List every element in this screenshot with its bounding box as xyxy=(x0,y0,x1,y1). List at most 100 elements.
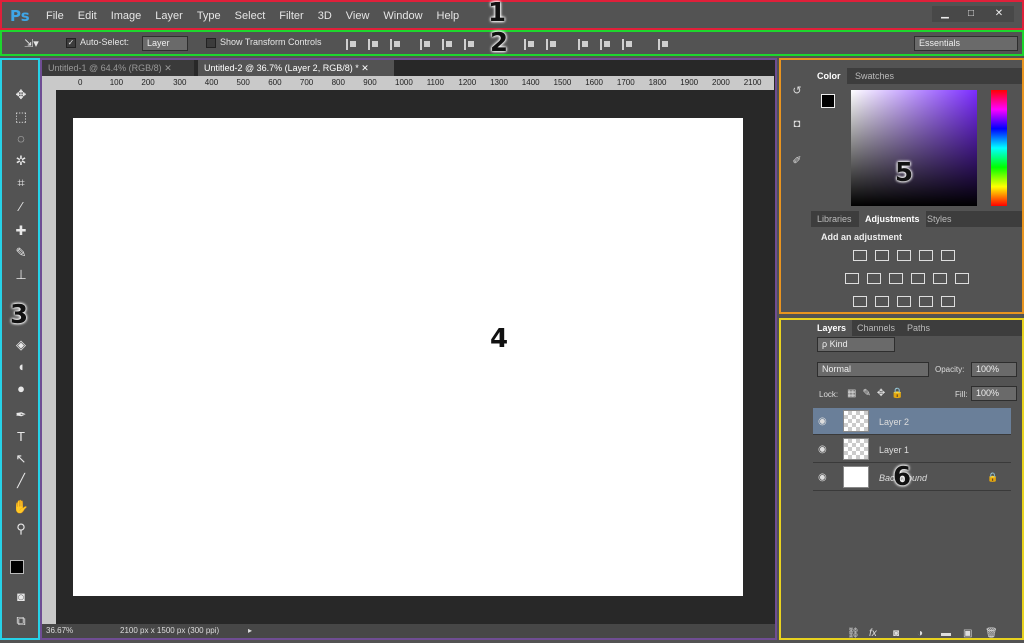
tab-untitled-2[interactable]: Untitled-2 @ 36.7% (Layer 2, RGB/8) * ✕ xyxy=(198,60,394,76)
status-arrow-icon[interactable]: ▸ xyxy=(248,626,252,635)
menu-select[interactable]: Select xyxy=(235,10,266,22)
levels-icon[interactable] xyxy=(875,250,889,261)
marquee-tool-icon[interactable]: ⬚ xyxy=(12,108,30,126)
dodge-tool-icon[interactable]: ◖ xyxy=(12,358,30,376)
new-group-icon[interactable]: ▬ xyxy=(941,628,951,639)
distribute-hcenter-icon[interactable] xyxy=(600,39,611,50)
layer-kind-filter[interactable]: ρ Kind xyxy=(817,337,895,352)
vibrance-icon[interactable] xyxy=(941,250,955,261)
visibility-eye-icon[interactable]: ◉ xyxy=(818,472,830,483)
minimize-button[interactable]: ▁ xyxy=(932,6,958,22)
menu-help[interactable]: Help xyxy=(437,10,460,22)
move-tool-icon[interactable]: ✥ xyxy=(12,86,30,104)
distribute-vcenter-icon[interactable] xyxy=(546,39,557,50)
move-tool-icon[interactable]: ⇲▾ xyxy=(24,37,39,50)
align-vcenter-icon[interactable] xyxy=(368,39,379,50)
layer-row-layer-2[interactable]: ◉ Layer 2 xyxy=(813,408,1011,435)
transform-controls-checkbox[interactable]: Show Transform Controls xyxy=(206,37,322,48)
type-tool-icon[interactable]: T xyxy=(12,428,30,446)
align-bottom-icon[interactable] xyxy=(390,39,401,50)
close-tab-icon[interactable]: ✕ xyxy=(164,63,172,73)
menu-image[interactable]: Image xyxy=(111,10,142,22)
workspace-dropdown[interactable]: Essentials xyxy=(914,36,1018,51)
history-icon[interactable]: ↺ xyxy=(787,84,807,100)
maximize-button[interactable]: □ xyxy=(958,6,984,22)
visibility-eye-icon[interactable]: ◉ xyxy=(818,444,830,455)
menu-file[interactable]: File xyxy=(46,10,64,22)
foreground-color-swatch[interactable] xyxy=(10,560,24,574)
gradient-map-icon[interactable] xyxy=(941,296,955,307)
distribute-left-icon[interactable] xyxy=(578,39,589,50)
auto-align-icon[interactable] xyxy=(658,39,669,50)
brightness-contrast-icon[interactable] xyxy=(853,250,867,261)
tab-adjustments[interactable]: Adjustments xyxy=(859,211,926,227)
exposure-icon[interactable] xyxy=(919,250,933,261)
layer-row-background[interactable]: ◉ Background 🔒 xyxy=(813,464,1011,491)
add-mask-icon[interactable]: ◙ xyxy=(893,628,899,639)
opacity-input[interactable]: 100% xyxy=(971,362,1017,377)
adjustment-layer-icon[interactable]: ◑ xyxy=(917,628,923,639)
canvas[interactable] xyxy=(73,118,743,596)
quick-select-tool-icon[interactable]: ✲ xyxy=(12,152,30,170)
color-balance-icon[interactable] xyxy=(867,273,881,284)
tab-swatches[interactable]: Swatches xyxy=(849,68,900,84)
hue-saturation-icon[interactable] xyxy=(845,273,859,284)
stamp-tool-icon[interactable]: ⊥ xyxy=(12,266,30,284)
close-tab-icon[interactable]: ✕ xyxy=(361,63,369,73)
align-left-icon[interactable] xyxy=(420,39,431,50)
tab-color[interactable]: Color xyxy=(811,68,847,84)
tab-paths[interactable]: Paths xyxy=(901,320,936,336)
eyedropper-tool-icon[interactable]: ⁄ xyxy=(12,198,30,216)
tab-libraries[interactable]: Libraries xyxy=(811,211,858,227)
sponge-tool-icon[interactable]: ● xyxy=(12,380,30,398)
quick-mask-icon[interactable]: ◙ xyxy=(12,588,30,606)
lock-icons[interactable]: ▦✎✥🔒 xyxy=(847,388,910,399)
screen-mode-icon[interactable]: ⧉ xyxy=(12,612,30,630)
color-lookup-icon[interactable] xyxy=(955,273,969,284)
layer-name[interactable]: Layer 1 xyxy=(879,445,909,455)
menu-view[interactable]: View xyxy=(346,10,370,22)
threshold-icon[interactable] xyxy=(897,296,911,307)
invert-icon[interactable] xyxy=(853,296,867,307)
zoom-tool-icon[interactable]: ⚲ xyxy=(12,520,30,538)
lasso-tool-icon[interactable]: ◌ xyxy=(12,130,30,148)
photo-filter-icon[interactable] xyxy=(911,273,925,284)
menu-3d[interactable]: 3D xyxy=(318,10,332,22)
channel-mixer-icon[interactable] xyxy=(933,273,947,284)
healing-brush-tool-icon[interactable]: ✚ xyxy=(12,222,30,240)
tab-untitled-1[interactable]: Untitled-1 @ 64.4% (RGB/8) ✕ xyxy=(42,60,194,76)
paint-bucket-tool-icon[interactable]: ◈ xyxy=(12,336,30,354)
tab-layers[interactable]: Layers xyxy=(811,320,853,336)
auto-select-dropdown[interactable]: Layer xyxy=(142,36,188,51)
distribute-right-icon[interactable] xyxy=(622,39,633,50)
new-layer-icon[interactable]: ▣ xyxy=(963,628,972,639)
menu-window[interactable]: Window xyxy=(383,10,422,22)
zoom-level[interactable]: 36.67% xyxy=(46,626,73,635)
crop-tool-icon[interactable]: ⌗ xyxy=(12,174,30,192)
layer-row-layer-1[interactable]: ◉ Layer 1 xyxy=(813,436,1011,463)
menu-type[interactable]: Type xyxy=(197,10,221,22)
path-select-tool-icon[interactable]: ↖ xyxy=(12,450,30,468)
brush-settings-icon[interactable]: ✐ xyxy=(787,154,807,170)
auto-select-checkbox[interactable]: ✓ Auto-Select: xyxy=(66,37,129,48)
curves-icon[interactable] xyxy=(897,250,911,261)
hue-slider[interactable] xyxy=(991,90,1007,206)
color-picker-field[interactable] xyxy=(851,90,977,206)
line-tool-icon[interactable]: ╱ xyxy=(12,472,30,490)
selective-color-icon[interactable] xyxy=(919,296,933,307)
hand-tool-icon[interactable]: ✋ xyxy=(12,498,30,516)
foreground-color-swatch[interactable] xyxy=(821,94,835,108)
align-hcenter-icon[interactable] xyxy=(442,39,453,50)
tab-channels[interactable]: Channels xyxy=(851,320,901,336)
fx-icon[interactable]: fx xyxy=(869,628,877,639)
layer-name[interactable]: Layer 2 xyxy=(879,417,909,427)
visibility-eye-icon[interactable]: ◉ xyxy=(818,416,830,427)
align-right-icon[interactable] xyxy=(464,39,475,50)
menu-layer[interactable]: Layer xyxy=(155,10,183,22)
align-top-icon[interactable] xyxy=(346,39,357,50)
tab-styles[interactable]: Styles xyxy=(921,211,958,227)
menu-filter[interactable]: Filter xyxy=(279,10,303,22)
brush-tool-icon[interactable]: ✎ xyxy=(12,244,30,262)
distribute-top-icon[interactable] xyxy=(524,39,535,50)
black-white-icon[interactable] xyxy=(889,273,903,284)
